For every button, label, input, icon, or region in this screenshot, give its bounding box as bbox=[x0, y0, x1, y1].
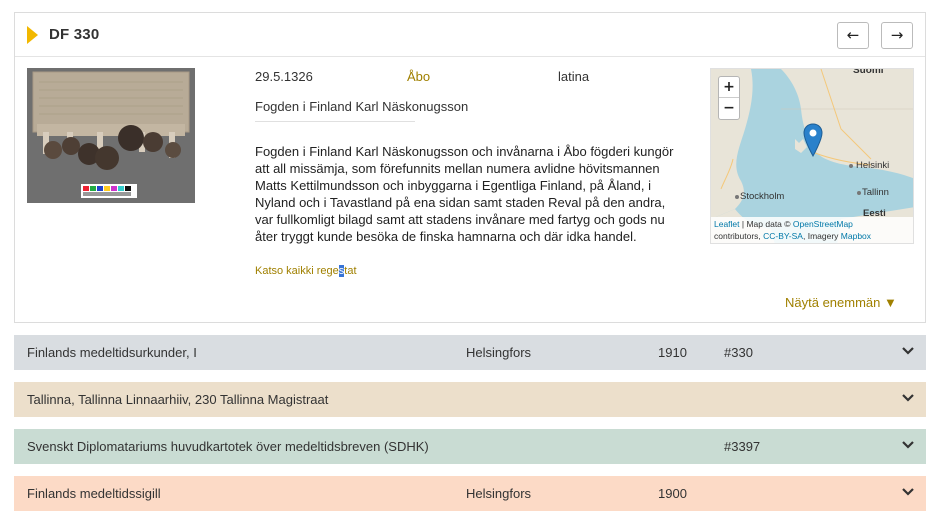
location-map[interactable]: Suomi Helsinki Stockholm Tallinn Eesti +… bbox=[710, 68, 914, 244]
source-name: Tallinna, Tallinna Linnaarhiiv, 230 Tall… bbox=[27, 392, 329, 407]
map-zoom-control: + − bbox=[718, 76, 740, 120]
chevron-down-icon[interactable] bbox=[901, 485, 915, 499]
map-attribution: Leaflet | Map data © OpenStreetMap contri… bbox=[711, 217, 913, 243]
map-label-helsinki: Helsinki bbox=[856, 160, 890, 171]
leaflet-link[interactable]: Leaflet bbox=[714, 219, 740, 229]
source-year: 1910 bbox=[658, 345, 687, 360]
divider bbox=[255, 121, 415, 122]
source-year: 1900 bbox=[658, 486, 687, 501]
attribution-text: | Map data © bbox=[739, 219, 793, 229]
map-label-tallinn: Tallinn bbox=[862, 187, 889, 198]
license-link[interactable]: CC-BY-SA bbox=[763, 231, 803, 241]
source-place: Helsingfors bbox=[466, 486, 532, 501]
arrow-right-icon: → bbox=[890, 26, 904, 44]
next-document-button[interactable]: → bbox=[881, 22, 913, 49]
map-label-suomi: Suomi bbox=[853, 68, 884, 76]
document-title: DF 330 bbox=[49, 26, 100, 43]
source-number: #3397 bbox=[724, 439, 761, 454]
zoom-in-button[interactable]: + bbox=[719, 77, 739, 98]
source-row[interactable]: Svenskt Diplomatariums huvudkartotek öve… bbox=[14, 429, 926, 464]
source-name: Finlands medeltidssigill bbox=[27, 486, 161, 501]
document-date: 29.5.1326 bbox=[255, 69, 313, 84]
show-more-link[interactable]: Näytä enemmän ▼ bbox=[785, 295, 897, 310]
map-label-stockholm: Stockholm bbox=[740, 191, 785, 202]
source-row[interactable]: Finlands medeltidsurkunder, I Helsingfor… bbox=[14, 335, 926, 370]
map-marker-icon[interactable] bbox=[803, 123, 823, 157]
previous-document-button[interactable]: ← bbox=[837, 22, 869, 49]
source-name: Svenskt Diplomatariums huvudkartotek öve… bbox=[27, 439, 429, 454]
document-card: DF 330 ← → 29.5.1326 Åbo latina Fogden i… bbox=[14, 12, 926, 323]
document-issuer: Fogden i Finland Karl Näskonugsson bbox=[255, 99, 469, 114]
zoom-out-button[interactable]: − bbox=[719, 98, 739, 119]
see-all-regesta-text-end: tat bbox=[344, 265, 357, 277]
chevron-down-icon[interactable] bbox=[901, 391, 915, 405]
see-all-regesta-link[interactable]: Katso kaikki regestat bbox=[255, 265, 357, 277]
document-place-link[interactable]: Åbo bbox=[407, 69, 430, 84]
attribution-contributors: contributors, bbox=[714, 231, 764, 241]
attribution-imagery: , Imagery bbox=[802, 231, 841, 241]
collapse-triangle-icon[interactable] bbox=[27, 26, 38, 44]
document-language: latina bbox=[558, 69, 590, 84]
openstreetmap-link[interactable]: OpenStreetMap bbox=[793, 219, 853, 229]
chevron-down-icon[interactable] bbox=[901, 344, 915, 358]
parchment-image-icon bbox=[27, 68, 195, 203]
document-summary: Fogden i Finland Karl Näskonugsson och i… bbox=[255, 144, 674, 244]
source-row[interactable]: Finlands medeltidssigill Helsingfors 190… bbox=[14, 476, 926, 511]
document-thumbnail[interactable] bbox=[27, 68, 195, 203]
mapbox-link[interactable]: Mapbox bbox=[841, 231, 871, 241]
arrow-left-icon: ← bbox=[846, 26, 860, 44]
source-place: Helsingfors bbox=[466, 345, 532, 360]
source-row[interactable]: Tallinna, Tallinna Linnaarhiiv, 230 Tall… bbox=[14, 382, 926, 417]
see-all-regesta-text: Katso kaikki rege bbox=[255, 265, 339, 277]
source-number: #330 bbox=[724, 345, 753, 360]
document-header: DF 330 ← → bbox=[15, 13, 925, 57]
source-name: Finlands medeltidsurkunder, I bbox=[27, 345, 197, 360]
chevron-down-icon[interactable] bbox=[901, 438, 915, 452]
